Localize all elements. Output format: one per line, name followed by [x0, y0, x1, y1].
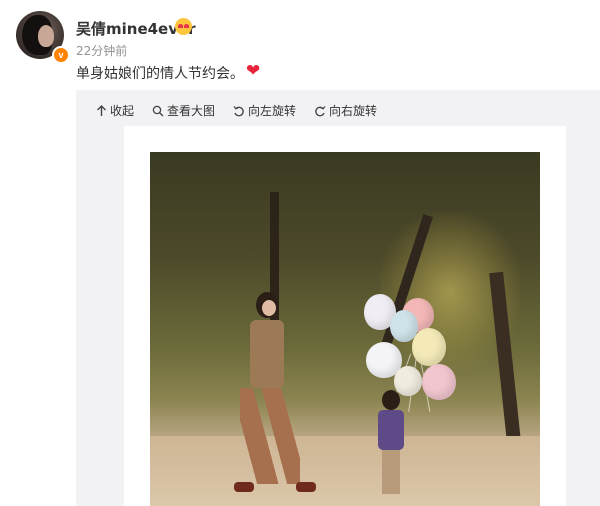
post-timestamp[interactable]: 22分钟前 — [76, 42, 127, 59]
photo-woman-figure — [220, 292, 316, 506]
rotate-left-icon — [233, 105, 244, 116]
media-panel: 收起 查看大图 向左旋转 向右旋转 — [76, 90, 600, 506]
woman-shoe — [234, 482, 254, 492]
post-photo[interactable] — [150, 152, 540, 506]
heart-icon: ❤ — [246, 61, 261, 81]
post-text: 单身姑娘们的情人节约会。 — [76, 66, 244, 82]
photo-frame — [124, 126, 566, 506]
magnifier-icon — [152, 105, 164, 116]
rotate-left-label: 向左旋转 — [248, 104, 297, 118]
view-large-button[interactable]: 查看大图 — [152, 102, 215, 119]
photo-child-figure — [372, 390, 412, 506]
balloon — [412, 328, 446, 366]
rotate-right-label: 向右旋转 — [329, 104, 378, 118]
collapse-button[interactable]: 收起 — [96, 102, 134, 119]
child-legs — [382, 450, 400, 494]
rotate-left-button[interactable]: 向左旋转 — [233, 102, 296, 119]
media-toolbar: 收起 查看大图 向左旋转 向右旋转 — [96, 102, 377, 119]
avatar-face — [38, 25, 54, 47]
rotate-right-button[interactable]: 向右旋转 — [314, 102, 377, 119]
balloon — [422, 364, 456, 400]
view-large-label: 查看大图 — [167, 104, 216, 118]
arrow-up-icon — [97, 104, 106, 116]
photo-ground — [150, 436, 540, 506]
woman-face — [262, 300, 276, 316]
child-head — [382, 390, 400, 410]
collapse-label: 收起 — [110, 104, 135, 118]
heart-eyes-emoji-icon — [175, 18, 192, 35]
woman-shoe — [296, 482, 316, 492]
child-body — [378, 410, 404, 450]
rotate-right-icon — [315, 105, 326, 116]
verified-badge-icon: v — [52, 46, 70, 64]
woman-legs — [240, 388, 300, 484]
woman-torso — [250, 320, 284, 388]
